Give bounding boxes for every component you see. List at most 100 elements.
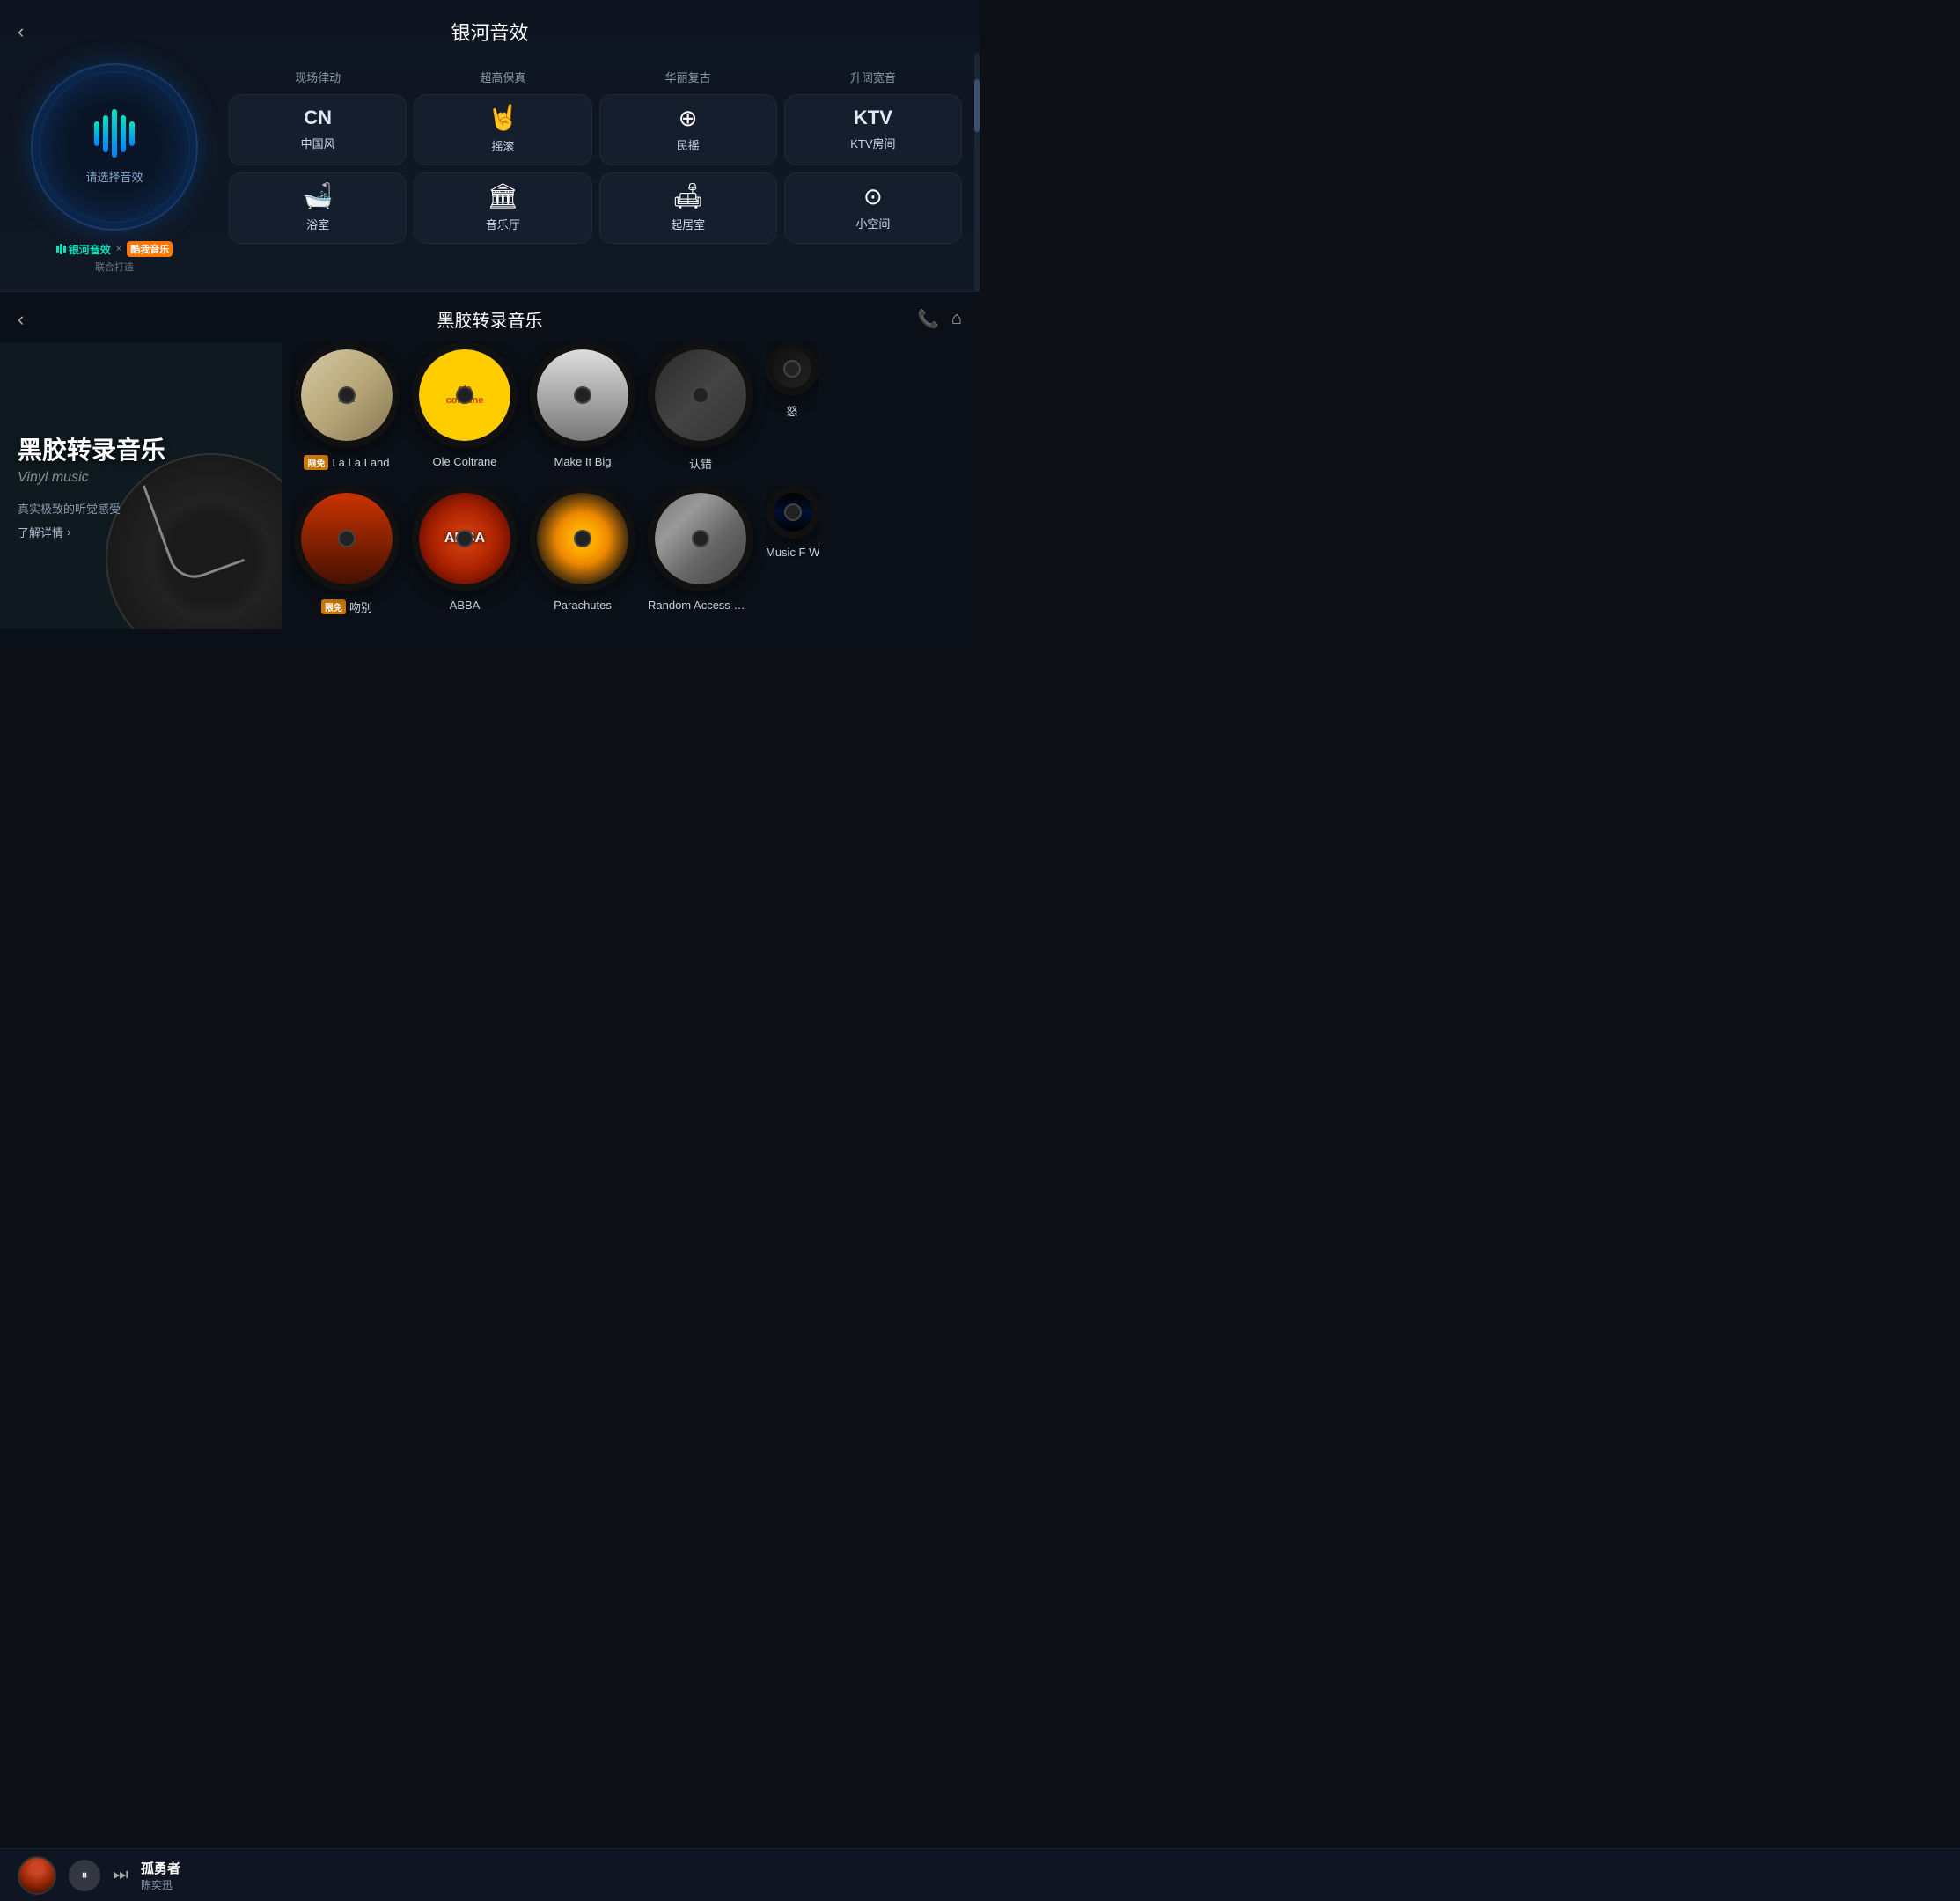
effects-row-2: 🛁 浴室 🏛 音乐厅 🛋 起居室 ⊙ 小空间: [229, 172, 962, 244]
albums-row-2: 限免 吻别 ABBA ABBA: [290, 486, 971, 615]
effect-icon-hall: 🏛: [488, 184, 519, 209]
bottom-title: 黑胶转录音乐: [437, 306, 543, 332]
effect-small[interactable]: ⊙ 小空间: [784, 172, 962, 244]
album-name-row-ram: Random Access Mem: [648, 598, 753, 612]
album-abba[interactable]: ABBA ABBA: [412, 486, 518, 615]
effect-top-label-0[interactable]: 现场律动: [229, 63, 407, 87]
effect-top-label-3[interactable]: 升阔宽音: [784, 63, 962, 87]
bottom-header: ‹ 黑胶转录音乐 📞 ⌂: [0, 292, 980, 342]
album-name-nu: 怒: [786, 402, 797, 419]
album-disc-parachutes: [530, 486, 635, 591]
effect-top-label-1[interactable]: 超高保真: [414, 63, 591, 87]
now-playing-info: 孤勇者 陈奕迅: [141, 1859, 1942, 1892]
scrollbar-thumb: [974, 79, 980, 132]
effect-top-label-2[interactable]: 华丽复古: [599, 63, 777, 87]
album-person[interactable]: 限免 吻别: [294, 486, 400, 615]
album-tag-laland: 限免: [304, 455, 328, 470]
home-icon-button[interactable]: ⌂: [951, 308, 962, 330]
phone-icon-button[interactable]: 📞: [917, 308, 939, 330]
effect-icon-living: 🛋: [672, 184, 704, 209]
album-name-abba: ABBA: [450, 598, 481, 612]
effect-hall[interactable]: 🏛 音乐厅: [414, 172, 591, 244]
vinyl-panel-subtitle: Vinyl music: [18, 470, 89, 486]
album-coltrane[interactable]: olecoltrane Ole Coltrane: [412, 342, 518, 472]
scrollbar[interactable]: [974, 53, 980, 291]
bottom-content: 黑胶转录音乐 Vinyl music 真实极致的听觉感受 了解详情 › lala…: [0, 342, 980, 629]
page-title: 银河音效: [451, 18, 528, 46]
album-disc-person: [294, 486, 400, 591]
viz-label: 请选择音效: [85, 168, 143, 185]
albums-row-1: laland 限免 La La Land olecoltrane: [290, 342, 971, 472]
effect-chinese[interactable]: CN 中国风: [229, 94, 407, 165]
effect-label-living: 起居室: [671, 216, 705, 232]
brand-sub: 联合打造: [95, 260, 134, 274]
now-playing-avatar: [18, 1856, 56, 1895]
bottom-back-button[interactable]: ‹: [18, 308, 24, 331]
top-header: ‹ 银河音效: [0, 0, 980, 55]
viz-bars: [94, 109, 135, 158]
brand-logo-text: 银河音效: [69, 242, 111, 257]
effect-icon-folk: ⊕: [679, 106, 698, 129]
album-center-starwars: [784, 503, 802, 521]
vinyl-more-button[interactable]: 了解详情 ›: [18, 524, 70, 540]
album-disc-makeitbig: [530, 342, 635, 448]
album-name-parachutes: Parachutes: [554, 598, 612, 612]
effects-grid: 现场律动 超高保真 华丽复古 升阔宽音 CN 中国风 🤘 摇滚 ⊕ 民摇: [229, 63, 962, 274]
album-parachutes[interactable]: Parachutes: [530, 486, 635, 615]
album-art-person: [301, 493, 393, 584]
vinyl-more-text: 了解详情: [18, 524, 63, 540]
effect-bathroom[interactable]: 🛁 浴室: [229, 172, 407, 244]
album-art-parachutes: [537, 493, 628, 584]
vinyl-section: ‹ 黑胶转录音乐 📞 ⌂ 黑胶转录音乐 Vinyl music 真实极致的听觉感…: [0, 291, 980, 647]
effect-folk[interactable]: ⊕ 民摇: [599, 94, 777, 165]
effect-living[interactable]: 🛋 起居室: [599, 172, 777, 244]
album-name-rencuo: 认错: [689, 455, 712, 472]
effect-icon-small: ⊙: [863, 185, 883, 208]
brand-bars-icon: [56, 244, 66, 254]
album-ram[interactable]: Random Access Mem: [648, 486, 753, 615]
viz-bar-3: [112, 109, 117, 158]
brand-bar-3: [63, 246, 66, 253]
viz-bar-2: [103, 115, 108, 152]
album-laland[interactable]: laland 限免 La La Land: [294, 342, 400, 472]
effect-icon-rock: 🤘: [488, 106, 518, 130]
album-name-row-makeitbig: Make It Big: [554, 455, 611, 468]
album-center-rencuo: [692, 386, 709, 404]
next-button[interactable]: ⏭: [113, 1865, 128, 1885]
pause-button[interactable]: ⏸: [69, 1860, 100, 1891]
audio-effects-section: ‹ 银河音效 请选择音效: [0, 0, 980, 291]
vinyl-left-panel: 黑胶转录音乐 Vinyl music 真实极致的听觉感受 了解详情 ›: [0, 342, 282, 629]
album-makeitbig[interactable]: Make It Big: [530, 342, 635, 472]
effect-rock[interactable]: 🤘 摇滚: [414, 94, 591, 165]
album-name-starwars: Music F W: [766, 546, 819, 559]
albums-container: laland 限免 La La Land olecoltrane: [282, 342, 980, 629]
album-name-makeitbig: Make It Big: [554, 455, 611, 468]
effect-ktv[interactable]: KTV KTV房间: [784, 94, 962, 165]
album-disc-starwars: STWA: [767, 486, 819, 539]
viz-bar-1: [94, 121, 99, 146]
effect-icon-ktv: KTV: [854, 108, 892, 128]
bottom-icons: 📞 ⌂: [917, 308, 962, 330]
album-name-row-starwars: Music F W: [766, 546, 819, 559]
album-name-ram: Random Access Mem: [648, 598, 753, 612]
album-rencuo[interactable]: 认错: [648, 342, 753, 472]
album-disc-coltrane: olecoltrane: [412, 342, 518, 448]
album-disc-rencuo: [648, 342, 753, 448]
album-art-starwars: STWA: [774, 493, 812, 532]
effect-icon-cn: CN: [304, 108, 332, 128]
album-name-row-nu: 怒: [786, 402, 797, 419]
album-disc-nu: [766, 342, 819, 395]
album-nu[interactable]: 怒: [766, 342, 819, 472]
effect-label-bathroom: 浴室: [306, 216, 329, 232]
back-button[interactable]: ‹: [18, 20, 24, 43]
album-art-makeitbig: [537, 349, 628, 441]
album-starwars[interactable]: STWA Music F W: [766, 486, 819, 615]
album-center-parachutes: [574, 530, 591, 547]
visualizer-container: 请选择音效 银河音效 × 酷我音乐 联合打造: [18, 63, 211, 274]
album-art-abba: ABBA: [419, 493, 510, 584]
album-name-row-person: 限免 吻别: [321, 598, 372, 615]
album-name-row-coltrane: Ole Coltrane: [433, 455, 497, 468]
album-center-ram: [692, 530, 709, 547]
top-content: 请选择音效 银河音效 × 酷我音乐 联合打造: [0, 55, 980, 274]
effect-label-cn: 中国风: [301, 135, 335, 151]
